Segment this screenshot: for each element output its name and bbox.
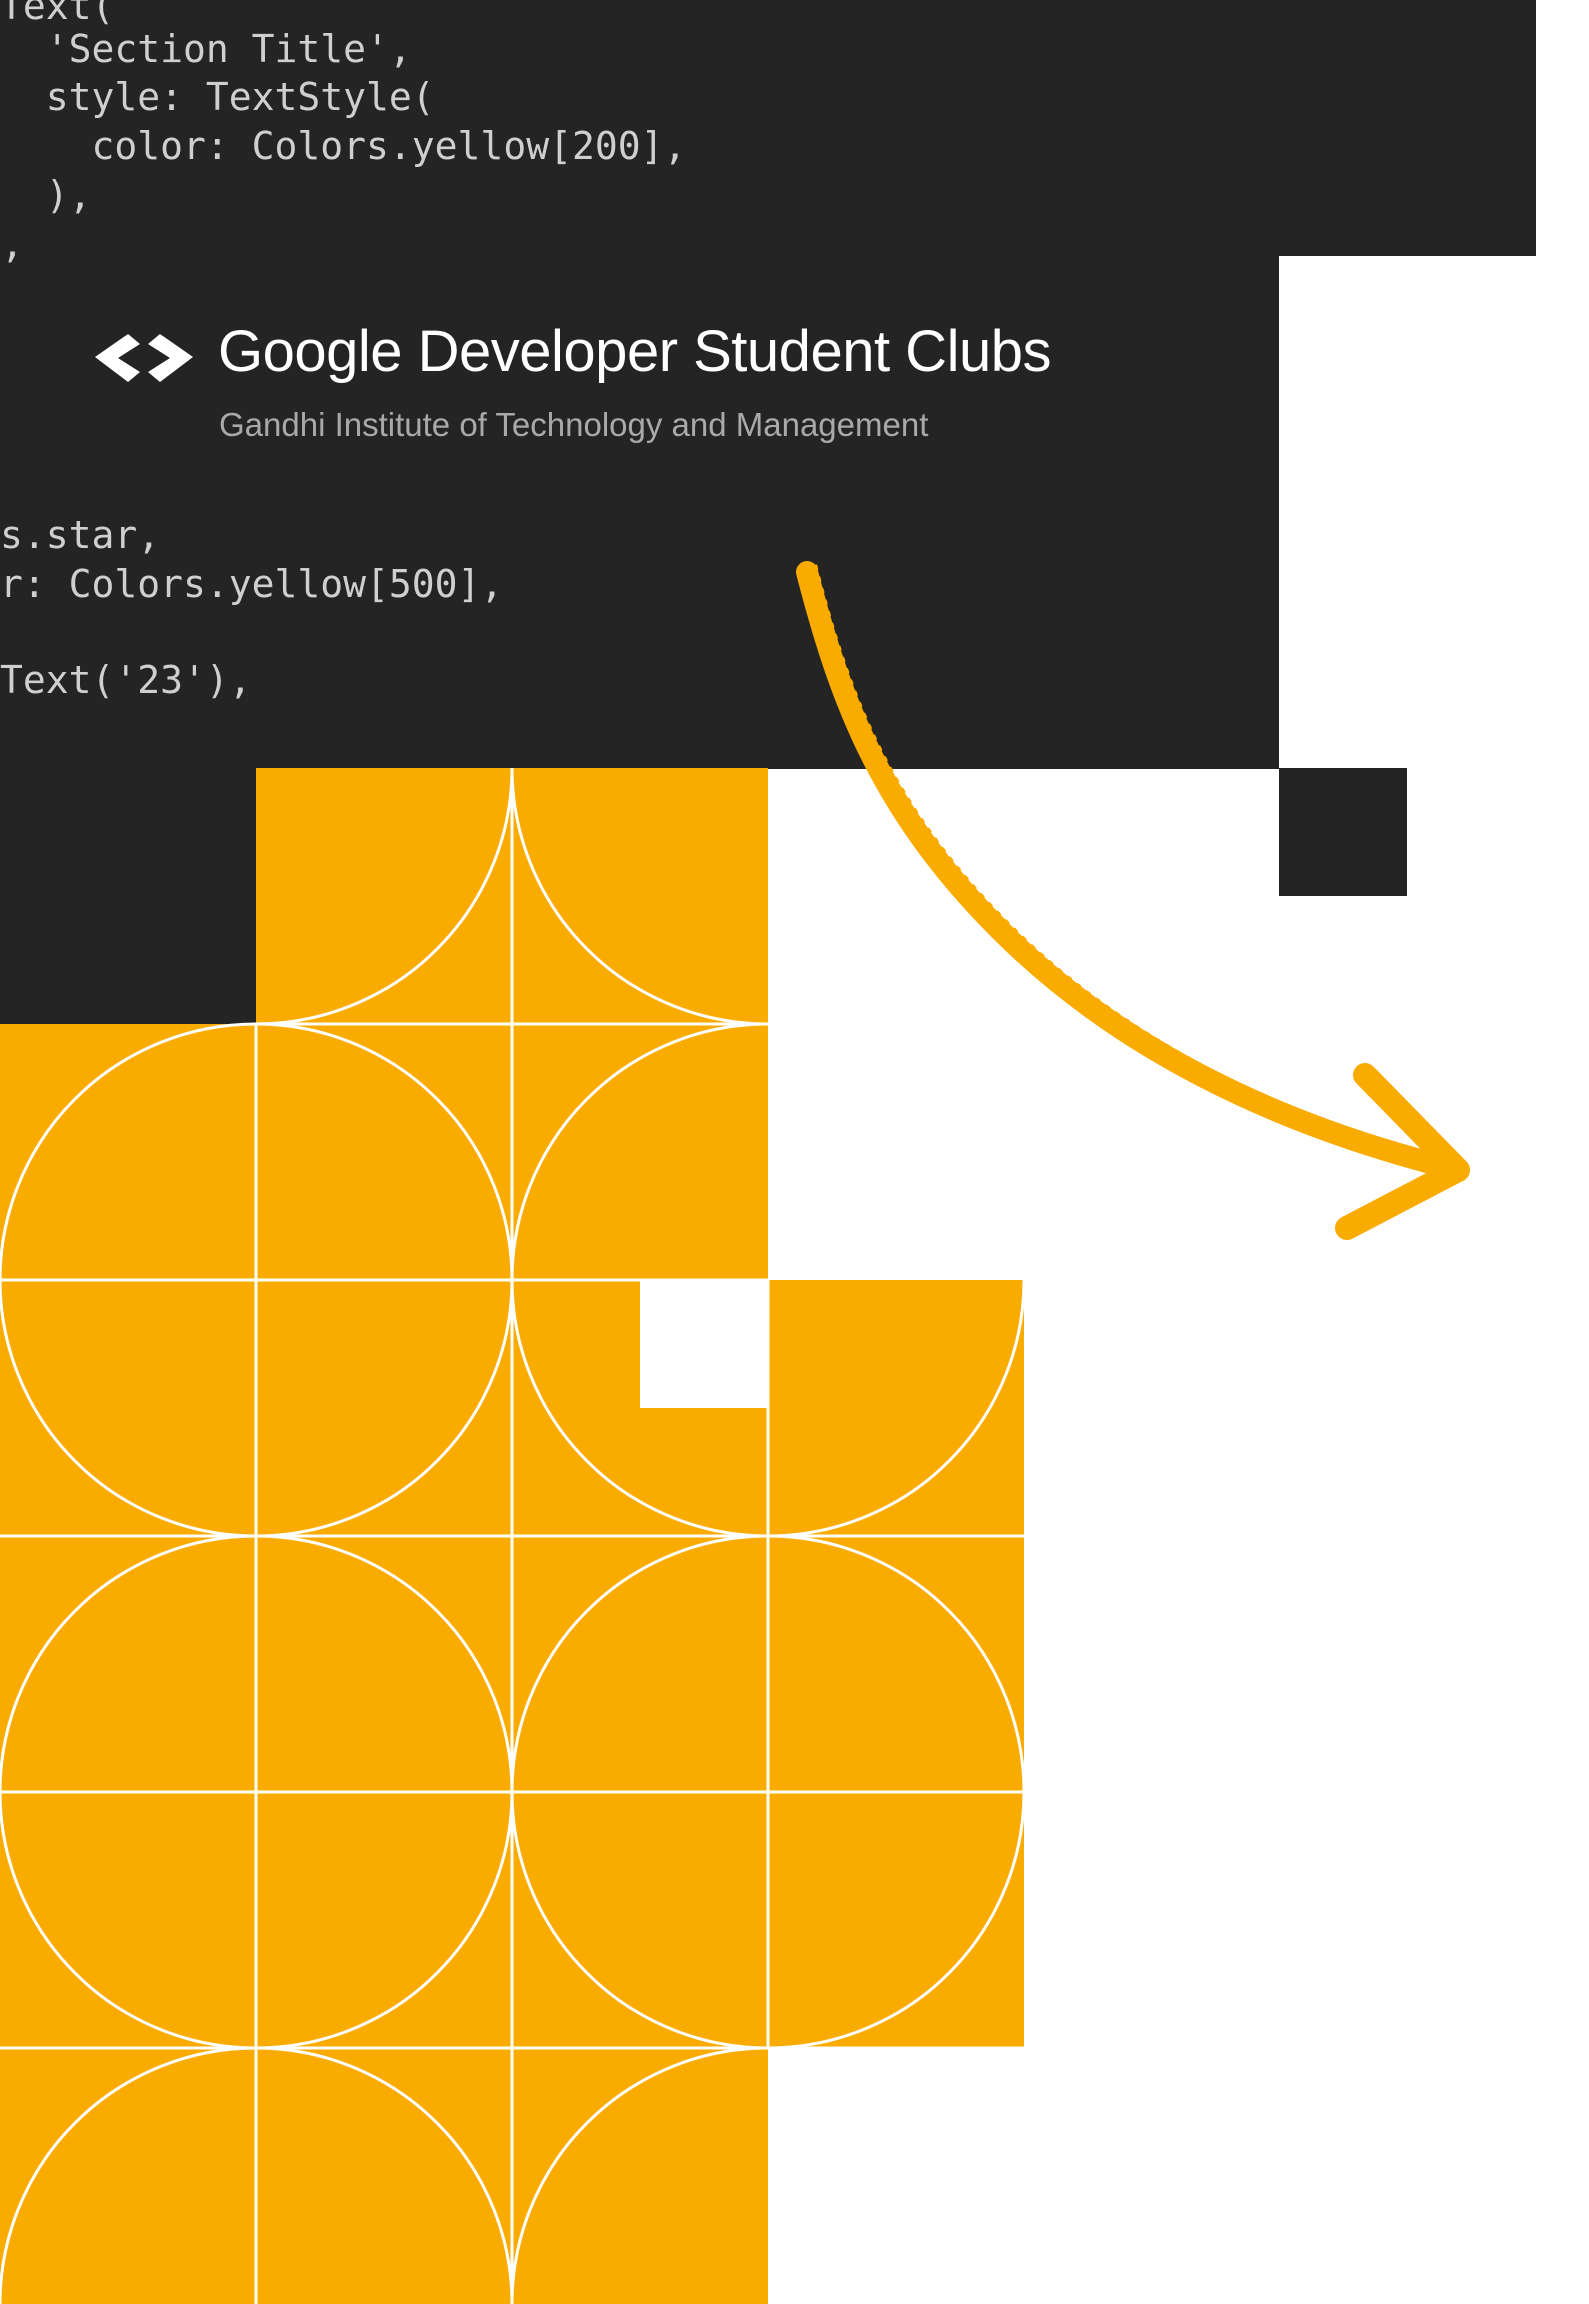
- dark-panel-left-strip: [0, 768, 256, 1024]
- brand-subtitle: Gandhi Institute of Technology and Manag…: [219, 406, 929, 443]
- tile-cutout: [640, 1280, 768, 1408]
- code-line: color: Colors.yellow[200],: [0, 124, 687, 168]
- gdsc-banner: Text( 'Section Title', style: TextStyle(…: [0, 0, 1589, 2304]
- code-line: r: Colors.yellow[500],: [0, 562, 504, 606]
- code-line: ),: [0, 173, 92, 217]
- tile-block: [0, 1024, 768, 1280]
- dark-panel-square: [1279, 768, 1407, 896]
- tile-block: [0, 2048, 768, 2304]
- code-line: ),: [0, 222, 24, 266]
- code-line: s.star,: [0, 513, 161, 557]
- brand-title: Google Developer Student Clubs: [218, 319, 1051, 384]
- code-line: style: TextStyle(: [0, 75, 435, 119]
- code-line: Text('23'),: [0, 658, 252, 702]
- code-line: 'Section Title',: [0, 27, 412, 71]
